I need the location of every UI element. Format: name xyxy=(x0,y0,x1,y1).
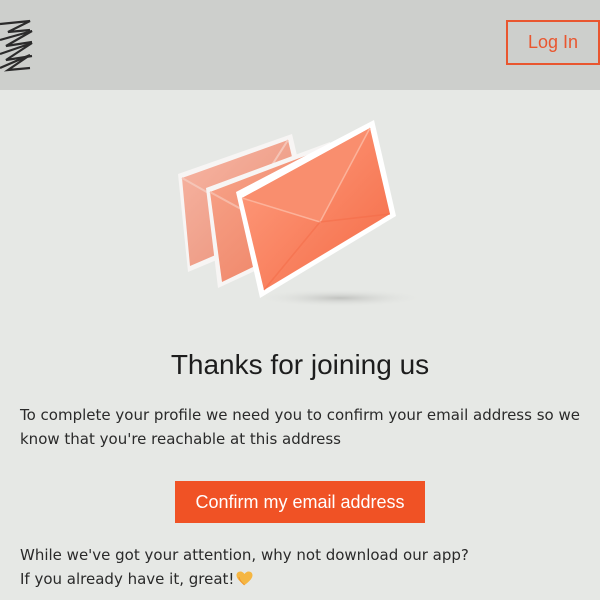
logo-icon[interactable] xyxy=(0,18,36,74)
heart-icon xyxy=(236,571,253,586)
message-line-1: To complete your profile we need you to … xyxy=(20,406,580,424)
message-line-2: know that you're reachable at this addre… xyxy=(20,430,341,448)
app-promo-message: While we've got your attention, why not … xyxy=(20,543,580,591)
page-title: Thanks for joining us xyxy=(170,349,430,380)
login-button[interactable]: Log In xyxy=(506,20,600,65)
promo-line-2: If you already have it, great! xyxy=(20,570,235,588)
confirm-email-button[interactable]: Confirm my email address xyxy=(175,481,425,523)
confirmation-message: To complete your profile we need you to … xyxy=(20,403,580,451)
promo-line-1: While we've got your attention, why not … xyxy=(20,546,469,564)
header-bar: Log In xyxy=(0,0,600,90)
envelopes-illustration xyxy=(178,120,425,307)
